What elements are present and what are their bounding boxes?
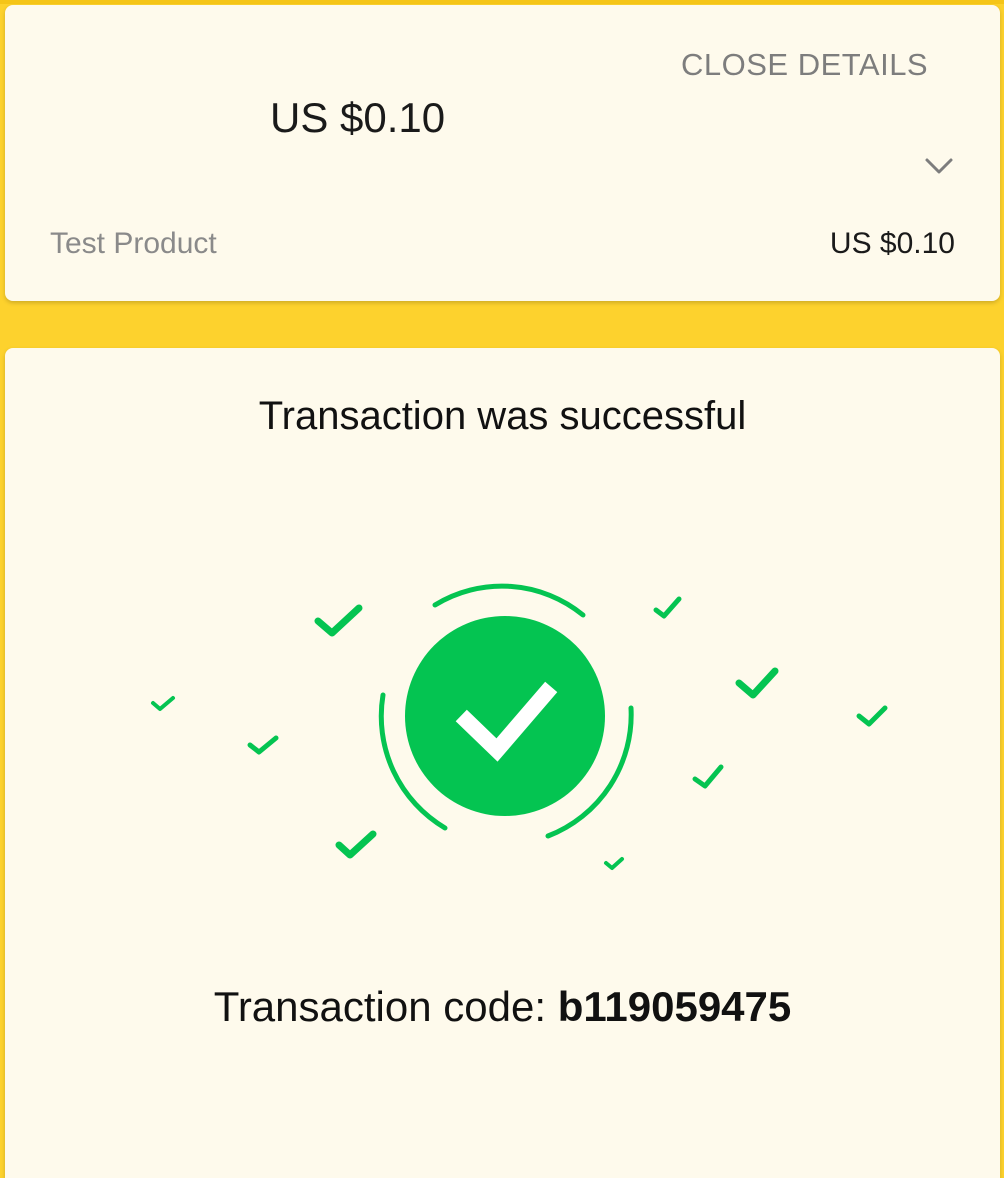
- confetti-check-icon: [151, 696, 175, 711]
- confetti-check-icon: [653, 596, 682, 619]
- confetti-check-icon: [314, 604, 363, 637]
- chevron-down-icon[interactable]: [919, 147, 959, 187]
- close-details-button[interactable]: CLOSE DETAILS: [681, 47, 928, 83]
- transaction-code-label: Transaction code:: [213, 983, 558, 1030]
- order-summary-card: CLOSE DETAILS US $0.10 Test Product US $…: [5, 5, 1000, 301]
- success-illustration: [151, 583, 888, 870]
- top-accent-stripe: [0, 0, 1004, 4]
- transaction-code-line: Transaction code: b119059475: [5, 983, 1000, 1031]
- success-circle: [405, 616, 605, 816]
- confetti-check-icon: [335, 830, 377, 859]
- confetti-check-icon: [856, 705, 888, 727]
- confetti-check-icon: [735, 667, 779, 699]
- line-item-price: US $0.10: [829, 227, 955, 260]
- confetti-check-icon: [247, 735, 279, 755]
- transaction-result-card: Transaction was successful Transaction c…: [5, 348, 1000, 1178]
- order-total-amount: US $0.10: [270, 94, 446, 141]
- confetti-check-icon: [604, 857, 624, 870]
- confetti-check-icon: [692, 764, 724, 789]
- line-item-name: Test Product: [50, 227, 217, 260]
- transaction-code-value: b119059475: [557, 983, 792, 1030]
- halo-arc-top: [432, 583, 586, 618]
